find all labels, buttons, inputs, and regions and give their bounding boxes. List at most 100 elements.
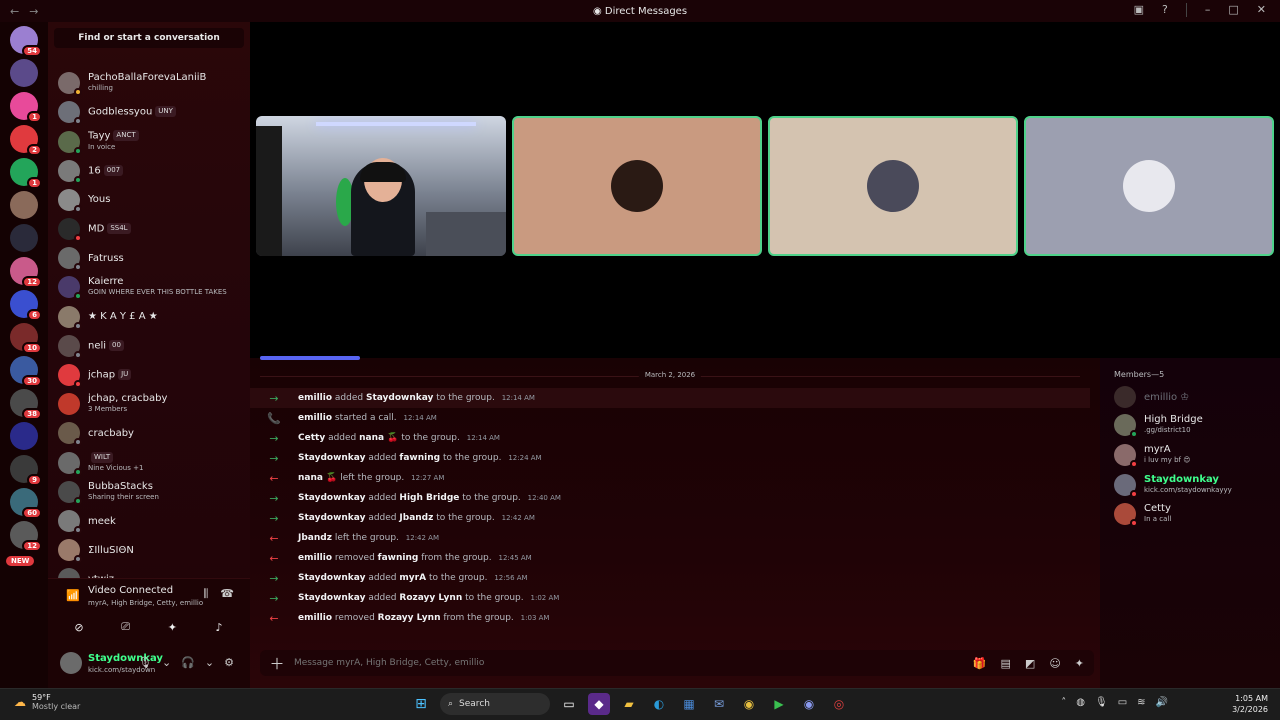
message-target[interactable]: fawning	[378, 553, 419, 563]
message-input[interactable]	[294, 658, 973, 668]
wifi-icon[interactable]: ≋	[1137, 697, 1145, 708]
dm-item[interactable]: jchap JU	[58, 364, 244, 388]
file-explorer-icon[interactable]: ▰	[618, 693, 640, 715]
network-icon[interactable]: ◍	[1076, 697, 1085, 708]
server-icon[interactable]	[10, 191, 38, 219]
close-button[interactable]: ✕	[1257, 3, 1266, 17]
connection-signal-icon[interactable]: 📶	[66, 589, 80, 602]
message-target[interactable]: myrA	[399, 573, 426, 583]
dm-item[interactable]: PachoBallaForevaLaniiB chilling	[58, 72, 244, 96]
dm-item[interactable]: meek	[58, 510, 244, 534]
emoji-icon[interactable]: ☺	[1049, 657, 1060, 670]
server-icon[interactable]: 30	[10, 356, 42, 387]
avatar[interactable]	[60, 652, 82, 674]
app-icon[interactable]: ◆	[588, 693, 610, 715]
server-icon[interactable]	[10, 224, 38, 252]
message-actor[interactable]: Staydownkay	[298, 513, 365, 523]
clock[interactable]: 1:05 AM 3/2/2026	[1232, 693, 1268, 715]
message-actor[interactable]: Staydownkay	[298, 493, 365, 503]
message-target[interactable]: High Bridge	[399, 493, 459, 503]
camera-off-button[interactable]: ⊘	[56, 617, 102, 637]
windows-start-icon[interactable]: ⊞	[410, 693, 432, 715]
dm-item[interactable]: Tayy ANCT In voice	[58, 130, 244, 155]
app-icon[interactable]: ✉	[708, 693, 730, 715]
microphone-icon[interactable]: 🎙	[138, 656, 152, 669]
disconnect-icon[interactable]: ☎	[220, 587, 234, 601]
sticker-icon[interactable]: ◩	[1025, 657, 1035, 670]
message-target[interactable]: Rozayy Lynn	[378, 613, 441, 623]
message-actor[interactable]: Jbandz	[298, 533, 332, 543]
volume-icon[interactable]: 🔊	[1156, 697, 1168, 708]
soundboard-button[interactable]: ♪	[196, 617, 242, 637]
taskbar-search[interactable]: ⌕ Search	[440, 693, 550, 715]
chrome-icon[interactable]: ◉	[738, 693, 760, 715]
server-icon[interactable]: 12	[10, 521, 42, 552]
chevron-up-icon[interactable]: ˄	[1061, 697, 1066, 708]
gift-icon[interactable]: 🎁	[973, 657, 987, 670]
message-actor[interactable]: Cetty	[298, 433, 325, 443]
dm-item[interactable]: MD SS4L	[58, 218, 244, 242]
dm-item[interactable]: ΣIlluSIΘN	[58, 539, 244, 564]
server-icon[interactable]: 2	[10, 125, 42, 156]
participant-tile[interactable]	[1024, 116, 1274, 256]
activities-button[interactable]: ✦	[149, 617, 195, 637]
chevron-down-icon[interactable]: ⌄	[205, 656, 214, 669]
dm-item[interactable]: cracbaby	[58, 422, 244, 447]
message-target[interactable]: nana 🍒	[359, 433, 398, 443]
server-icon[interactable]: 10	[10, 323, 42, 354]
message-actor[interactable]: emillio	[298, 413, 332, 423]
display-icon[interactable]: ▭	[1118, 697, 1127, 708]
message-actor[interactable]: Staydownkay	[298, 453, 365, 463]
edge-icon[interactable]: ◐	[648, 693, 670, 715]
message-target[interactable]: Jbandz	[399, 513, 433, 523]
apps-icon[interactable]: ✦	[1075, 657, 1084, 670]
video-tile[interactable]	[256, 116, 506, 256]
dm-item[interactable]: 16 007	[58, 159, 244, 184]
message-target[interactable]: Staydownkay	[366, 393, 433, 403]
inbox-icon[interactable]: ▣	[1134, 3, 1144, 17]
discord-icon[interactable]: ◉	[798, 693, 820, 715]
voice-members[interactable]: myrA, High Bridge, Cetty, emillio	[88, 599, 203, 607]
app-icon[interactable]: ◎	[828, 693, 850, 715]
find-conversation-button[interactable]: Find or start a conversation	[54, 28, 244, 48]
member-item[interactable]: Cetty In a call	[1114, 503, 1274, 527]
task-view-icon[interactable]: ▭	[558, 693, 580, 715]
message-actor[interactable]: nana 🍒	[298, 473, 337, 483]
add-attachment-icon[interactable]: ＋	[260, 653, 294, 674]
server-icon[interactable]: 1	[10, 158, 42, 189]
server-icon[interactable]: 6	[10, 290, 42, 321]
maximize-button[interactable]: □	[1228, 3, 1238, 17]
server-icon[interactable]: 54	[10, 26, 42, 57]
screen-share-button[interactable]: ⎚	[103, 617, 149, 637]
message-target[interactable]: Rozayy Lynn	[399, 593, 462, 603]
chevron-down-icon[interactable]: ⌄	[162, 656, 171, 669]
server-icon[interactable]	[10, 422, 38, 450]
headphones-icon[interactable]: 🎧	[181, 656, 195, 669]
gif-icon[interactable]: ▤	[1001, 657, 1011, 670]
server-icon[interactable]: 12	[10, 257, 42, 288]
dm-item[interactable]: Fatruss	[58, 247, 244, 272]
member-item[interactable]: myrA i luv my bf 😍	[1114, 444, 1274, 468]
noise-suppression-icon[interactable]: ⫼	[203, 587, 208, 601]
server-icon[interactable]: 1	[10, 92, 42, 123]
message-actor[interactable]: Staydownkay	[298, 593, 365, 603]
message-actor[interactable]: emillio	[298, 393, 332, 403]
message-actor[interactable]: Staydownkay	[298, 573, 365, 583]
weather-widget[interactable]: ☁ 59°F Mostly clear	[14, 693, 80, 711]
dm-item[interactable]: neli 00	[58, 334, 244, 359]
back-arrow-icon[interactable]: ←	[10, 5, 19, 18]
dm-item[interactable]: Yous	[58, 188, 244, 213]
dm-item[interactable]: WILT Nine Vicious +1	[58, 451, 244, 476]
dm-item[interactable]: ★ K A Y £ A ★	[58, 305, 244, 330]
member-item[interactable]: emillio ♔	[1114, 386, 1274, 408]
app-icon[interactable]: ▶	[768, 693, 790, 715]
participant-tile[interactable]	[768, 116, 1018, 256]
member-item[interactable]: Staydownkay kick.com/staydownkayyy	[1114, 474, 1274, 498]
dm-item[interactable]: Kaierre GOIN WHERE EVER THIS BOTTLE TAKES	[58, 276, 244, 301]
message-actor[interactable]: emillio	[298, 553, 332, 563]
message-actor[interactable]: emillio	[298, 613, 332, 623]
microphone-icon[interactable]: 🎙	[1095, 697, 1108, 708]
store-icon[interactable]: ▦	[678, 693, 700, 715]
server-icon[interactable]	[10, 59, 38, 87]
forward-arrow-icon[interactable]: →	[29, 5, 38, 18]
